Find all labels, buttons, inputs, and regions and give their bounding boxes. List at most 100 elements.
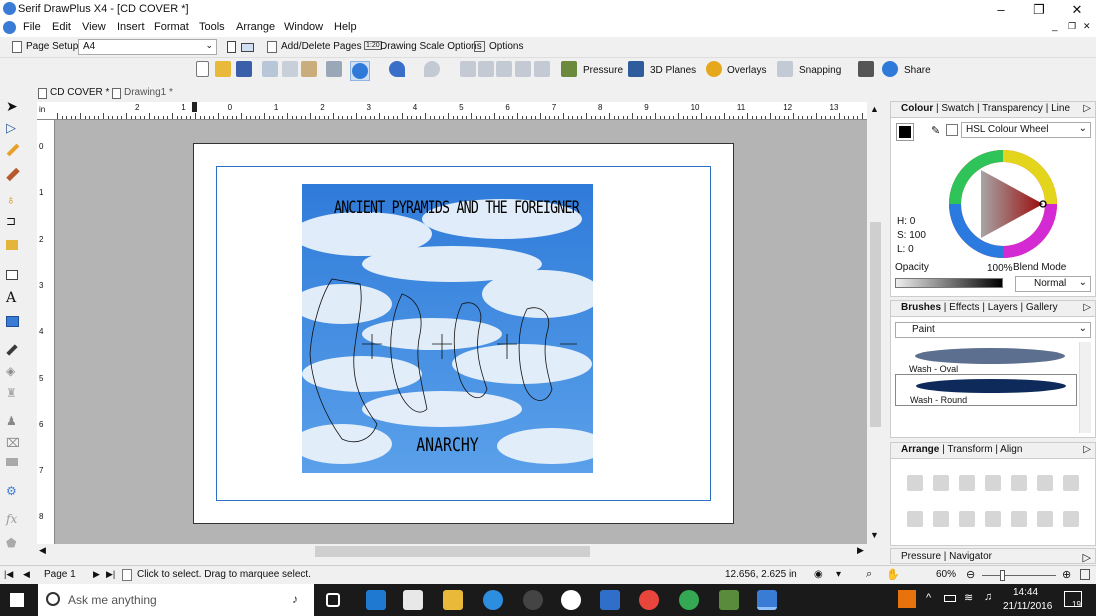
menu-window[interactable]: Window — [284, 21, 323, 33]
pressure-navigator-tabs[interactable]: Pressure | Navigator — [901, 551, 992, 562]
paper-size-select[interactable]: A4 ⌄ — [78, 39, 217, 55]
pointer-tool-icon[interactable]: ➤ — [6, 98, 24, 114]
bring-forward-icon[interactable] — [515, 61, 535, 81]
page-setup-button[interactable]: Page Setup — [26, 41, 78, 52]
view-options-icon[interactable]: ▾ — [836, 569, 841, 580]
first-page-icon[interactable]: |◀ — [4, 569, 13, 580]
rectangle-tool-icon[interactable] — [6, 270, 18, 280]
wifi-icon[interactable]: ≋ — [964, 591, 973, 604]
print-icon[interactable] — [858, 61, 878, 81]
drawing-scale-options-button[interactable]: Drawing Scale Options — [380, 41, 482, 52]
vertical-ruler[interactable]: 0 1 2 3 4 5 6 7 8 — [37, 120, 55, 544]
photos-icon[interactable] — [600, 590, 620, 610]
copy-icon[interactable] — [282, 61, 302, 81]
crop-tool-icon[interactable]: ⌧ — [6, 436, 24, 452]
tab-align[interactable]: Align — [1000, 444, 1022, 455]
tray-warning-icon[interactable] — [898, 590, 916, 608]
drawplus-taskbar-icon[interactable] — [757, 590, 777, 610]
transparency-tool-icon[interactable]: ♜ — [6, 386, 24, 402]
tab-brushes[interactable]: Brushes — [901, 302, 941, 313]
brush-list-scrollbar[interactable] — [1079, 342, 1091, 433]
doc-restore-button[interactable]: ❐ — [1068, 21, 1076, 32]
group-icon[interactable] — [907, 511, 923, 527]
store-icon[interactable] — [403, 590, 423, 610]
fit-page-icon[interactable] — [1080, 569, 1090, 580]
paste-icon[interactable] — [301, 61, 321, 81]
cortana-search-box[interactable]: Ask me anything ♪ — [38, 584, 314, 616]
brush-category-select[interactable]: Paint ⌄ — [895, 322, 1091, 338]
subtract-icon[interactable] — [1011, 511, 1027, 527]
blend-mode-select[interactable]: Normal ⌄ — [1015, 276, 1091, 292]
flip-icon[interactable] — [1011, 475, 1027, 491]
app-menu-icon[interactable] — [3, 21, 16, 34]
task-view-icon[interactable] — [326, 593, 340, 607]
paint-tool-icon[interactable] — [6, 240, 18, 250]
menu-edit[interactable]: Edit — [52, 21, 71, 33]
menu-tools[interactable]: Tools — [199, 21, 225, 33]
tab-colour[interactable]: Colour — [901, 103, 933, 114]
opacity-slider[interactable] — [895, 278, 1003, 288]
minimize-button[interactable]: – — [982, 0, 1020, 19]
snapping-icon[interactable] — [777, 61, 797, 81]
table-tool-icon[interactable] — [6, 316, 19, 327]
landscape-icon[interactable] — [241, 43, 254, 52]
chrome-icon[interactable] — [639, 590, 659, 610]
brush-item[interactable]: Wash - Oval — [895, 342, 1077, 374]
zoom-out-icon[interactable]: ⊖ — [966, 568, 975, 581]
windows-start-icon[interactable] — [10, 593, 24, 607]
close-button[interactable]: ✕ — [1058, 0, 1096, 19]
tab-arrange[interactable]: Arrange — [901, 444, 939, 455]
tab-effects[interactable]: Effects — [949, 302, 979, 313]
text-tool-icon[interactable]: A — [6, 290, 24, 306]
doc-close-button[interactable]: ✕ — [1083, 21, 1091, 32]
hp-icon[interactable] — [561, 590, 581, 610]
3d-planes-button[interactable]: 3D Planes — [650, 65, 696, 76]
function-tool-icon[interactable]: fx — [6, 512, 24, 528]
cd-cover-artwork[interactable]: ANCIENT PYRAMIDS AND THE FOREIGNER ANARC… — [302, 184, 593, 473]
tray-arrow-icon[interactable]: ^ — [926, 592, 931, 604]
menu-arrange[interactable]: Arrange — [236, 21, 275, 33]
restore-button[interactable]: ❐ — [1020, 0, 1058, 19]
colour-mode-select[interactable]: HSL Colour Wheel ⌄ — [961, 122, 1091, 138]
panel-menu-icon[interactable]: ▷ — [1083, 551, 1091, 564]
fill-tool-icon[interactable]: ◈ — [6, 364, 24, 380]
tab-line[interactable]: Line — [1051, 103, 1070, 114]
pencil-tool-icon[interactable] — [6, 143, 20, 157]
rotate-icon[interactable] — [496, 61, 516, 81]
menu-help[interactable]: Help — [334, 21, 357, 33]
menu-file[interactable]: File — [23, 21, 41, 33]
clock-date[interactable]: 21/11/2016 — [1003, 601, 1052, 612]
flip-vertical-icon[interactable] — [478, 61, 498, 81]
last-page-icon[interactable]: ▶| — [106, 569, 115, 580]
battery-icon[interactable] — [944, 595, 956, 602]
colour-wheel[interactable] — [947, 148, 1059, 260]
send-backward-icon[interactable] — [959, 475, 975, 491]
fill-swatch[interactable] — [896, 123, 914, 141]
horizontal-scrollbar[interactable]: ◀ ▶ — [37, 544, 867, 559]
combine-icon[interactable] — [959, 511, 975, 527]
edge-icon[interactable] — [366, 590, 386, 610]
panel-menu-icon[interactable]: ▷ — [1083, 444, 1091, 455]
scroll-left-icon[interactable]: ◀ — [39, 545, 46, 556]
pressure-button[interactable]: Pressure — [583, 65, 623, 76]
panel-menu-icon[interactable]: ▷ — [1083, 103, 1091, 114]
tab-transform[interactable]: Transform — [947, 444, 992, 455]
snapping-button[interactable]: Snapping — [799, 65, 841, 76]
internet-explorer-icon[interactable] — [483, 590, 503, 610]
mirror-icon[interactable] — [1037, 475, 1053, 491]
game-icon[interactable] — [719, 590, 739, 610]
page-indicator[interactable]: Page 1 — [44, 569, 76, 580]
eyedropper-tool-icon[interactable] — [6, 344, 18, 356]
eyedropper-icon[interactable]: ✎ — [931, 124, 940, 137]
cover-subtitle[interactable]: ANARCHY — [334, 434, 561, 456]
share-button[interactable]: Share — [904, 65, 931, 76]
cut-icon[interactable] — [262, 61, 282, 81]
zoom-slider-thumb[interactable] — [1000, 570, 1005, 581]
tab-gallery[interactable]: Gallery — [1026, 302, 1058, 313]
file-explorer-icon[interactable] — [443, 590, 463, 610]
zoom-tool-icon[interactable]: ⌕ — [866, 568, 872, 581]
tab-transparency[interactable]: Transparency — [982, 103, 1043, 114]
menu-view[interactable]: View — [82, 21, 106, 33]
cover-title[interactable]: ANCIENT PYRAMIDS AND THE FOREIGNER — [334, 198, 580, 218]
page-setup-icon[interactable] — [12, 41, 22, 53]
